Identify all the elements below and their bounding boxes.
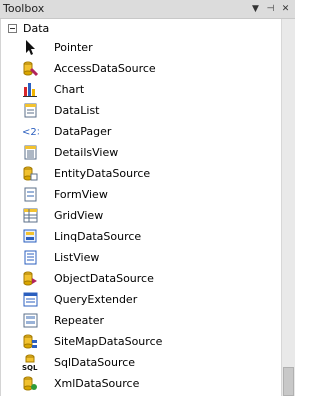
toolbox-item-label: FormView — [54, 188, 108, 201]
toolbox-item-label: Chart — [54, 83, 85, 96]
toolbox-item-datapager[interactable]: <2> DataPager — [2, 121, 281, 142]
sql-datasource-icon: SQL — [22, 354, 39, 372]
entity-datasource-icon — [22, 165, 39, 182]
toolbox-item-label: DataPager — [54, 125, 112, 138]
toolbox-item-label: XmlDataSource — [54, 377, 140, 390]
toolbox-item-label: ObjectDataSource — [54, 272, 154, 285]
toolbox-item-label: DetailsView — [54, 146, 119, 159]
toolbox-item-label: Pointer — [54, 41, 93, 54]
sitemap-datasource-icon — [22, 333, 39, 350]
toolbox-item-label: EntityDataSource — [54, 167, 151, 180]
toolbox-item-label: AccessDataSource — [54, 62, 156, 75]
toolbox-item-entitydatasource[interactable]: EntityDataSource — [2, 163, 281, 184]
datalist-icon — [22, 102, 39, 119]
toolbox-item-listview[interactable]: ListView — [2, 247, 281, 268]
group-header-data[interactable]: Data — [2, 20, 281, 36]
toolbox-item-queryextender[interactable]: QueryExtender — [2, 289, 281, 310]
query-extender-icon — [22, 291, 39, 308]
dropdown-icon[interactable]: ▼ — [249, 2, 262, 16]
pointer-icon — [22, 39, 39, 56]
toolbox-item-accessdatasource[interactable]: AccessDataSource — [2, 58, 281, 79]
toolbox-item-chart[interactable]: Chart — [2, 79, 281, 100]
listview-icon — [22, 249, 39, 266]
toolbox-items: Pointer AccessDataSource Chart DataList <2> D… — [2, 37, 281, 394]
toolbox-item-datalist[interactable]: DataList — [2, 100, 281, 121]
toolbox-item-label: ListView — [54, 251, 100, 264]
toolbox-item-repeater[interactable]: Repeater — [2, 310, 281, 331]
svg-text:SQL: SQL — [22, 364, 38, 371]
scrollbar-thumb[interactable] — [283, 367, 294, 396]
toolbox-item-formview[interactable]: FormView — [2, 184, 281, 205]
vertical-scrollbar[interactable] — [281, 19, 295, 396]
toolbox-item-objectdatasource[interactable]: ObjectDataSource — [2, 268, 281, 289]
detailsview-icon — [22, 144, 39, 161]
window-controls: ▼ ⊣ ✕ — [249, 2, 292, 16]
toolbox-item-label: SqlDataSource — [54, 356, 136, 369]
gridview-icon — [22, 207, 39, 224]
toolbox-content: Data Pointer AccessDataSource Chart DataLis… — [0, 19, 281, 396]
close-icon[interactable]: ✕ — [279, 2, 292, 16]
chart-icon — [22, 81, 39, 98]
toolbox-item-label: SiteMapDataSource — [54, 335, 163, 348]
toolbox-item-sqldatasource[interactable]: SQL SqlDataSource — [2, 352, 281, 373]
toolbox-item-label: GridView — [54, 209, 104, 222]
toolbox-item-label: DataList — [54, 104, 100, 117]
toolbox-item-sitemapdatasource[interactable]: SiteMapDataSource — [2, 331, 281, 352]
toolbox-item-label: QueryExtender — [54, 293, 138, 306]
formview-icon — [22, 186, 39, 203]
toolbox-item-label: LinqDataSource — [54, 230, 142, 243]
linq-datasource-icon — [22, 228, 39, 245]
toolbox-item-xmldatasource[interactable]: XmlDataSource — [2, 373, 281, 394]
group-label: Data — [23, 21, 50, 35]
pin-icon[interactable]: ⊣ — [264, 2, 277, 16]
xml-datasource-icon — [22, 375, 39, 392]
toolbox-titlebar: Toolbox ▼ ⊣ ✕ — [0, 0, 295, 19]
toolbox-item-label: Repeater — [54, 314, 105, 327]
window-title: Toolbox — [3, 2, 45, 15]
toolbox-item-linqdatasource[interactable]: LinqDataSource — [2, 226, 281, 247]
datapager-icon: <2> — [22, 123, 45, 140]
toolbox-item-detailsview[interactable]: DetailsView — [2, 142, 281, 163]
toolbox-item-pointer[interactable]: Pointer — [2, 37, 281, 58]
repeater-icon — [22, 312, 39, 329]
access-datasource-icon — [22, 60, 39, 77]
object-datasource-icon — [22, 270, 39, 287]
toolbox-item-gridview[interactable]: GridView — [2, 205, 281, 226]
collapse-icon[interactable] — [8, 23, 17, 33]
svg-text:<2>: <2> — [22, 127, 39, 138]
